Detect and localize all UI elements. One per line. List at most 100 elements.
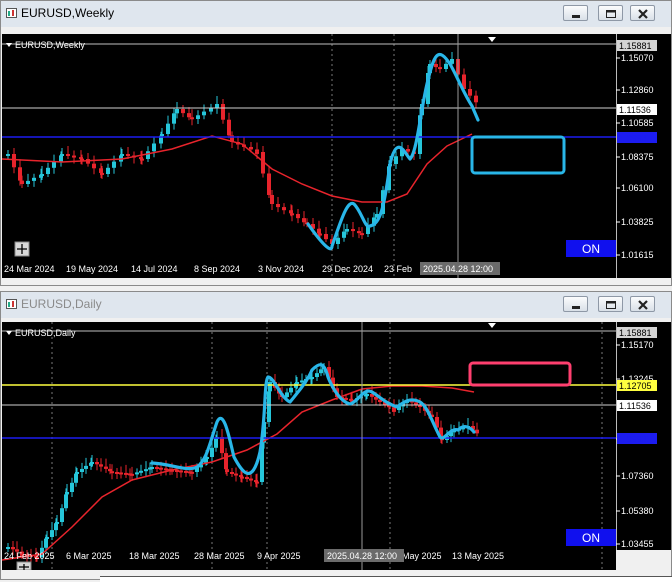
daily-candle	[80, 468, 84, 472]
daily-candle	[104, 466, 108, 469]
weekly-date-tick-label: 8 Sep 2024	[194, 264, 240, 274]
weekly-candle	[100, 172, 104, 175]
daily-candle	[230, 472, 234, 474]
weekly-candle	[202, 111, 206, 116]
weekly-candle	[152, 143, 156, 152]
weekly-candle	[351, 229, 355, 232]
weekly-candle	[290, 213, 294, 216]
weekly-candle	[175, 109, 179, 114]
daily-candle	[164, 468, 168, 471]
weekly-candle	[26, 180, 30, 184]
weekly-date-tick-label: 14 Jul 2024	[131, 264, 178, 274]
minimize-button[interactable]	[563, 5, 588, 21]
weekly-date-tick-label: 24 Mar 2024	[4, 264, 55, 274]
daily-candle	[144, 469, 148, 472]
restore-icon	[606, 301, 616, 309]
window-title: EURUSD,Weekly	[21, 6, 115, 20]
weekly-candle	[52, 161, 56, 168]
daily-candle	[175, 470, 179, 472]
daily-candle	[234, 473, 238, 476]
daily-candle	[50, 530, 54, 537]
weekly-candle	[255, 151, 259, 154]
weekly-price-axis: 1.15070 1.12860 1.10585 1.08375 1.06100 1.038…	[616, 34, 671, 278]
window-title-bar[interactable]: EURUSD,Weekly	[1, 1, 671, 27]
bottom-panel-edge	[100, 576, 672, 582]
daily-candle	[90, 462, 94, 464]
weekly-date-tick-label: 23 Feb	[384, 264, 412, 274]
daily-candles: EURUSD,Daily ON	[2, 322, 616, 570]
daily-price-tick-label: 1.03455	[621, 539, 654, 549]
daily-candle	[55, 522, 59, 524]
chart-shift-marker	[488, 37, 496, 42]
daily-candle	[150, 467, 154, 469]
weekly-candle	[302, 218, 306, 223]
daily-candle	[179, 470, 183, 473]
weekly-candle	[357, 231, 361, 234]
close-button[interactable]	[630, 296, 655, 312]
weekly-price-tick-label: 1.06100	[621, 183, 654, 193]
daily-candle	[310, 377, 314, 379]
weekly-crosshair-date-label: 2025.04.28 12:00	[423, 264, 493, 274]
daily-candle	[319, 369, 323, 374]
daily-price-tick-label: 1.07360	[621, 471, 654, 481]
weekly-candle	[120, 154, 124, 156]
weekly-candle	[166, 123, 170, 134]
daily-candle	[60, 508, 64, 522]
daily-chart-label: EURUSD,Daily	[15, 328, 76, 338]
restore-button[interactable]	[598, 5, 623, 21]
weekly-candle	[270, 194, 274, 204]
dropdown-triangle-icon[interactable]	[6, 43, 12, 47]
daily-candle	[45, 537, 49, 539]
daily-price-tag-label-yellow: 1.12705	[619, 381, 652, 391]
weekly-chart-label: EURUSD,Weekly	[15, 40, 85, 50]
weekly-candle	[474, 95, 478, 103]
on-button-label: ON	[582, 531, 600, 545]
chart-window-icon	[6, 8, 17, 18]
restore-icon	[606, 10, 616, 18]
weekly-candle	[32, 177, 36, 181]
weekly-candle	[342, 231, 346, 238]
daily-candle	[99, 464, 103, 467]
weekly-price-tick-label: 1.15070	[621, 53, 654, 63]
daily-annotation-curve	[150, 363, 476, 476]
daily-candle	[344, 397, 348, 400]
weekly-candle	[336, 237, 340, 244]
weekly-date-tick-label: 19 May 2024	[66, 264, 118, 274]
crosshair-icon[interactable]	[14, 241, 30, 257]
restore-button[interactable]	[598, 296, 623, 312]
daily-price-tag-label-current: 1.11536	[619, 401, 651, 411]
weekly-time-axis: 24 Mar 2024 19 May 2024 14 Jul 2024 8 Sep 2…	[2, 260, 616, 278]
daily-date-tick-label: 28 Mar 2025	[194, 551, 245, 561]
weekly-candle	[296, 214, 300, 219]
weekly-candle	[181, 109, 185, 114]
window-title-bar[interactable]: EURUSD,Daily	[1, 292, 671, 318]
daily-candle	[210, 447, 214, 457]
weekly-candle	[444, 63, 448, 69]
daily-candle	[245, 477, 249, 479]
daily-candle	[365, 394, 369, 396]
minimize-icon	[572, 306, 580, 309]
weekly-candle	[394, 156, 398, 164]
weekly-candle	[267, 173, 271, 195]
daily-crosshair-date-label: 2025.04.28 12:00	[327, 551, 397, 561]
chart-window-icon	[6, 299, 17, 309]
daily-candle	[475, 429, 479, 434]
daily-date-tick-label: 18 Mar 2025	[129, 551, 180, 561]
daily-candle	[315, 373, 319, 377]
on-button-label: ON	[582, 242, 600, 256]
minimize-icon	[572, 15, 580, 18]
daily-candle	[84, 465, 88, 469]
daily-candle	[255, 481, 259, 484]
dropdown-triangle-icon[interactable]	[6, 331, 12, 335]
close-button[interactable]	[630, 5, 655, 21]
daily-candle	[184, 470, 188, 473]
weekly-chart-area[interactable]: EURUSD,Weekly ON	[2, 34, 616, 278]
weekly-candle	[227, 119, 231, 136]
weekly-candle	[318, 233, 322, 236]
daily-candle	[65, 492, 69, 495]
weekly-price-tag-label-top: 1.15881	[619, 41, 652, 51]
daily-candle	[110, 471, 114, 474]
daily-chart-area[interactable]: EURUSD,Daily ON	[2, 322, 616, 570]
daily-price-tick-label: 1.15170	[621, 340, 654, 350]
minimize-button[interactable]	[563, 296, 588, 312]
